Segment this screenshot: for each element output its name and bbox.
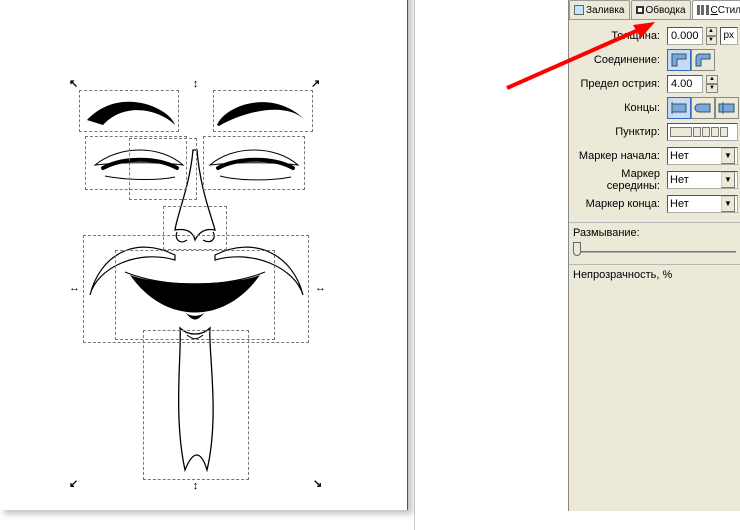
spin-down-button[interactable]: ▼ — [706, 84, 718, 93]
row-marker-start: Маркер начала: Нет ▼ — [569, 144, 740, 168]
cap-square-button[interactable] — [715, 97, 739, 119]
fill-stroke-panel: Заливка Обводка ССтиль обв Толщина: 0.00… — [568, 0, 740, 511]
cap-butt-icon — [670, 100, 688, 116]
scale-handle-sw[interactable]: ↙ — [69, 480, 78, 489]
combo-value: Нет — [670, 198, 689, 210]
spin-down-button[interactable]: ▼ — [706, 36, 717, 45]
scroll-space — [415, 0, 568, 511]
marker-start-combo[interactable]: Нет ▼ — [667, 147, 738, 165]
join-label: Соединение: — [569, 54, 664, 66]
width-unit[interactable]: px — [720, 27, 738, 45]
row-dash: Пунктир: — [569, 120, 740, 144]
selection-rect — [115, 250, 275, 340]
scale-handle-s[interactable]: ↕ — [191, 482, 200, 491]
row-join: Соединение: — [569, 48, 740, 72]
selection-rect — [129, 138, 197, 200]
miter-label: Предел острия: — [569, 78, 664, 90]
join-round-icon — [694, 52, 712, 68]
width-spinner: ▲ ▼ — [706, 27, 717, 45]
drawing: ↖ ↕ ↗ ↔ ↔ ↙ ↕ ↘ — [25, 50, 385, 500]
scale-handle-w[interactable]: ↔ — [69, 284, 78, 293]
marker-mid-label: Маркер середины: — [569, 168, 664, 192]
row-marker-mid: Маркер середины: Нет ▼ — [569, 168, 740, 192]
cap-butt-button[interactable] — [667, 97, 691, 119]
tab-fill[interactable]: Заливка — [569, 0, 630, 19]
combo-value: Нет — [670, 174, 689, 186]
row-miter: Предел острия: 4.00 ▲ ▼ — [569, 72, 740, 96]
slider-thumb[interactable] — [573, 242, 581, 256]
chevron-down-icon: ▼ — [721, 172, 735, 188]
panel-tabs: Заливка Обводка ССтиль обв — [569, 0, 740, 20]
width-label: Толщина: — [569, 30, 664, 42]
combo-value: Нет — [670, 150, 689, 162]
tab-stroke-style[interactable]: ССтиль обв — [692, 0, 740, 19]
join-round-button[interactable] — [691, 49, 715, 71]
stroke-swatch-icon — [636, 6, 644, 14]
page: ↖ ↕ ↗ ↔ ↔ ↙ ↕ ↘ — [0, 0, 408, 510]
cap-round-button[interactable] — [691, 97, 715, 119]
blur-section: Размывание: — [569, 223, 740, 265]
tab-label: ССтиль обв — [711, 5, 740, 16]
selection-rect — [213, 90, 313, 132]
chevron-down-icon: ▼ — [721, 148, 735, 164]
marker-start-label: Маркер начала: — [569, 150, 664, 162]
spin-up-button[interactable]: ▲ — [706, 27, 717, 36]
chevron-down-icon: ▼ — [721, 196, 735, 212]
marker-end-combo[interactable]: Нет ▼ — [667, 195, 738, 213]
selection-rect — [203, 136, 305, 190]
opacity-section: Непрозрачность, % — [569, 265, 740, 292]
row-caps: Концы: — [569, 96, 740, 120]
canvas[interactable]: ↖ ↕ ↗ ↔ ↔ ↙ ↕ ↘ — [0, 0, 415, 530]
scale-handle-e[interactable]: ↔ — [315, 284, 324, 293]
marker-mid-combo[interactable]: Нет ▼ — [667, 171, 738, 189]
scale-handle-nw[interactable]: ↖ — [69, 80, 78, 89]
cap-square-icon — [718, 100, 736, 116]
tab-label: Обводка — [646, 5, 686, 16]
miter-spinner: ▲ ▼ — [706, 75, 718, 93]
stroke-props: Толщина: 0.000 ▲ ▼ px Соединение: Предел… — [569, 20, 740, 223]
scale-handle-ne[interactable]: ↗ — [311, 80, 320, 89]
fill-swatch-icon — [574, 5, 584, 15]
blur-slider[interactable] — [573, 242, 736, 256]
selection-rect — [79, 90, 179, 132]
stroke-style-icon — [697, 5, 709, 15]
row-marker-end: Маркер конца: Нет ▼ — [569, 192, 740, 216]
opacity-label: Непрозрачность, % — [573, 269, 736, 281]
scale-handle-n[interactable]: ↕ — [191, 80, 200, 89]
width-input[interactable]: 0.000 — [667, 27, 703, 45]
join-miter-icon — [670, 52, 688, 68]
scale-handle-se[interactable]: ↘ — [313, 480, 322, 489]
marker-end-label: Маркер конца: — [569, 198, 664, 210]
spin-up-button[interactable]: ▲ — [706, 75, 718, 84]
selection-rect — [143, 330, 249, 480]
blur-label: Размывание: — [573, 227, 736, 239]
miter-input[interactable]: 4.00 — [667, 75, 703, 93]
cap-round-icon — [694, 100, 712, 116]
caps-label: Концы: — [569, 102, 664, 114]
dash-control[interactable] — [667, 123, 738, 141]
dash-label: Пунктир: — [569, 126, 664, 138]
join-miter-button[interactable] — [667, 49, 691, 71]
tab-label: Заливка — [586, 5, 625, 16]
tab-stroke[interactable]: Обводка — [631, 0, 691, 19]
row-width: Толщина: 0.000 ▲ ▼ px — [569, 24, 740, 48]
